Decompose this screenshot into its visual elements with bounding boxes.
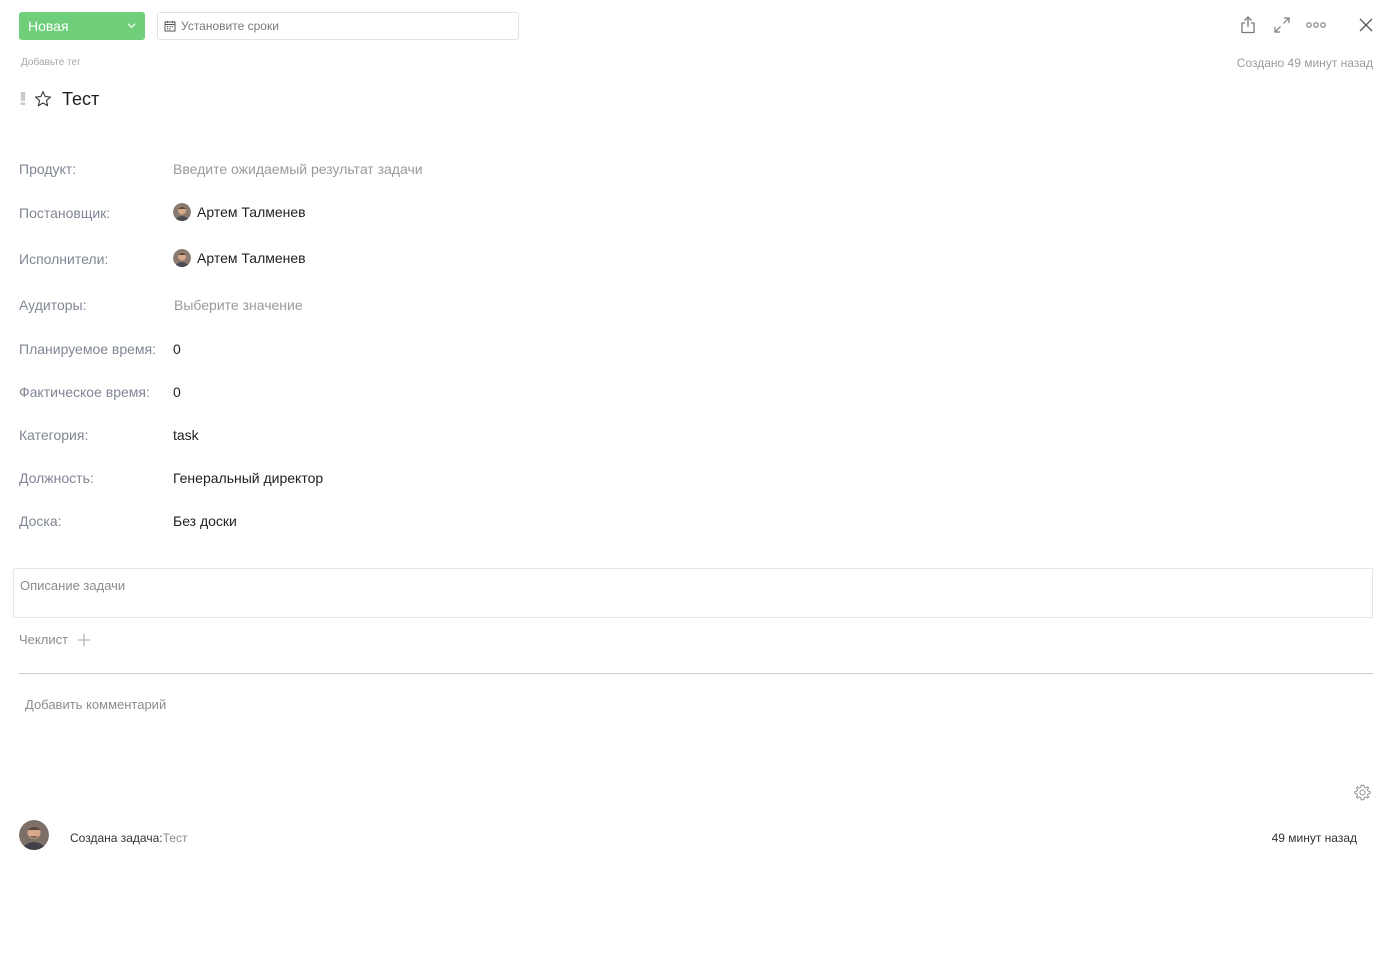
status-dropdown[interactable]: Новая [19,12,145,40]
assignee-value[interactable]: Артем Талменев [173,249,306,267]
checklist-label: Чеклист [19,632,69,647]
created-at: Создано 49 минут назад [1236,56,1373,70]
share-button[interactable] [1237,14,1259,36]
activity-subject-link[interactable]: Тест [163,831,188,845]
close-button[interactable] [1355,14,1377,36]
planned-time-label: Планируемое время: [19,341,157,357]
activity-text: Создана задача:Тест [70,831,187,845]
share-icon [1241,16,1255,34]
more-icon [1306,22,1326,28]
assignees-label: Исполнители: [19,251,109,267]
divider [19,673,1373,674]
deadline-placeholder: Установите сроки [181,19,279,33]
expand-icon [1274,17,1290,33]
category-label: Категория: [19,427,89,443]
more-button[interactable] [1305,14,1327,36]
board-label: Доска: [19,513,62,529]
status-label: Новая [28,18,69,34]
priority-marker[interactable]: !! [19,89,33,110]
position-value[interactable]: Генеральный директор [173,470,323,486]
product-label: Продукт: [19,161,77,177]
expand-button[interactable] [1271,14,1293,36]
avatar [173,203,191,221]
star-icon[interactable] [34,90,52,108]
task-card: Новая Установите сроки Добавьте тег Созд… [0,0,1388,960]
plus-icon[interactable] [77,633,91,647]
title-row: !! Тест [19,86,99,112]
author-value[interactable]: Артем Талменев [173,203,306,221]
description-field[interactable]: Описание задачи [13,568,1373,618]
author-name: Артем Талменев [197,204,306,220]
category-value[interactable]: task [173,427,199,443]
description-placeholder: Описание задачи [20,578,126,593]
gear-icon[interactable] [1354,784,1371,801]
auditors-select[interactable]: Выберите значение [174,297,303,313]
chevron-down-icon [127,23,136,29]
task-title[interactable]: Тест [62,89,99,110]
comment-input[interactable]: Добавить комментарий [25,697,1325,767]
position-label: Должность: [19,470,94,486]
product-input[interactable]: Введите ожидаемый результат задачи [173,161,423,177]
activity-time: 49 минут назад [1271,831,1357,845]
calendar-icon [164,21,176,32]
activity-action: Создана задача: [70,831,163,845]
checklist-section: Чеклист [19,632,91,647]
add-tag-link[interactable]: Добавьте тег [21,57,81,68]
close-icon [1359,18,1373,32]
board-value[interactable]: Без доски [173,513,237,529]
deadline-field[interactable]: Установите сроки [157,12,519,40]
actual-time-label: Фактическое время: [19,384,150,400]
assignee-name: Артем Талменев [197,250,306,266]
activity-item: Создана задача:Тест 49 минут назад [19,820,1359,852]
comment-placeholder: Добавить комментарий [25,697,167,712]
avatar [19,820,49,850]
avatar [173,249,191,267]
author-label: Постановщик: [19,205,111,221]
auditors-label: Аудиторы: [19,297,87,313]
actual-time-value[interactable]: 0 [173,384,181,400]
planned-time-value[interactable]: 0 [173,341,181,357]
